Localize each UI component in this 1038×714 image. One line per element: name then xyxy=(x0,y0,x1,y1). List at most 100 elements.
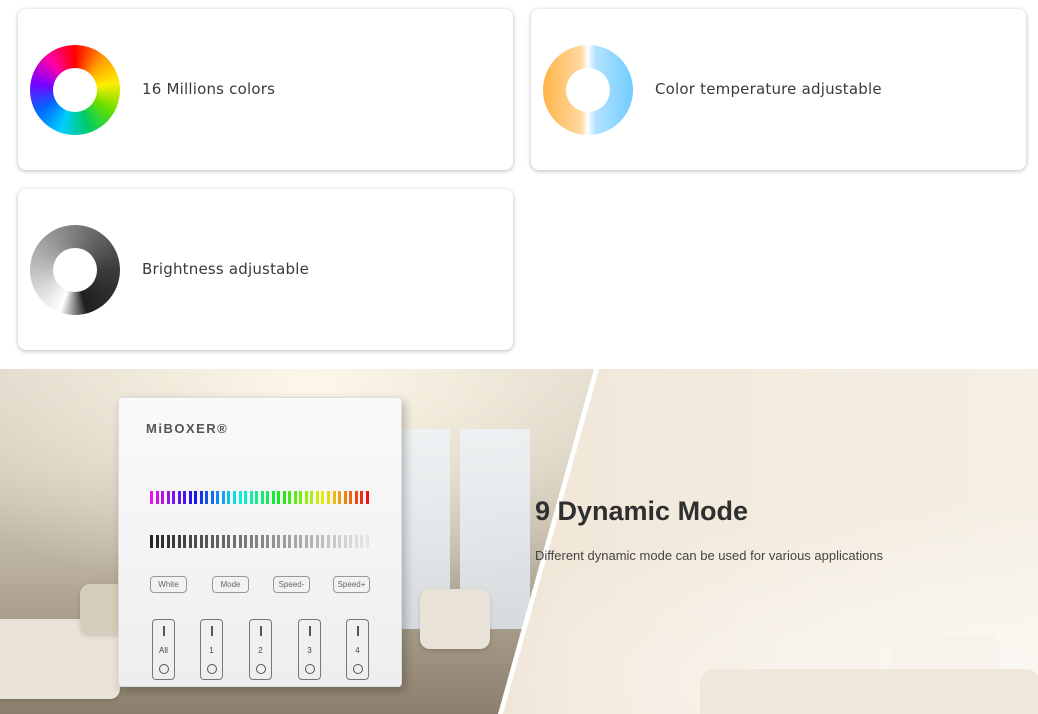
color-strip-segment xyxy=(194,491,198,504)
zone-indicator-icon xyxy=(211,626,213,636)
brightness-strip-segment xyxy=(315,535,319,548)
color-strip-segment xyxy=(205,491,209,504)
brightness-strip-segment xyxy=(288,535,292,548)
brightness-strip-segment xyxy=(205,535,209,548)
zone-indicator-icon xyxy=(260,626,262,636)
color-strip-segment xyxy=(183,491,187,504)
zone-button-4: 4 xyxy=(346,619,369,680)
brightness-strip-segment xyxy=(188,535,192,548)
brightness-strip-segment xyxy=(161,535,165,548)
panel-button-white: White xyxy=(150,576,187,593)
brightness-strip-segment xyxy=(172,535,176,548)
color-strip-segment xyxy=(232,491,236,504)
brightness-ring-icon xyxy=(30,225,120,315)
feature-card-color-temperature: Color temperature adjustable xyxy=(531,9,1026,170)
zone-off-icon xyxy=(305,664,315,674)
dynamic-mode-title: 9 Dynamic Mode xyxy=(535,496,749,526)
zone-label: 2 xyxy=(258,646,263,655)
zone-off-icon xyxy=(159,664,169,674)
color-strip-segment xyxy=(365,491,369,504)
brightness-strip-segment xyxy=(282,535,286,548)
color-strip-segment xyxy=(227,491,231,504)
brightness-touch-strip xyxy=(150,535,369,548)
color-touch-strip xyxy=(150,491,369,504)
color-strip-segment xyxy=(172,491,176,504)
dynamic-mode-banner: MiBOXER® White Mode Speed- Speed+ All 1 … xyxy=(0,369,1038,714)
color-strip-segment xyxy=(249,491,253,504)
color-strip-segment xyxy=(221,491,225,504)
brightness-strip-segment xyxy=(166,535,170,548)
color-strip-segment xyxy=(315,491,319,504)
color-strip-segment xyxy=(343,491,347,504)
zone-label: All xyxy=(159,646,168,655)
color-strip-segment xyxy=(177,491,181,504)
color-strip-segment xyxy=(293,491,297,504)
color-strip-segment xyxy=(360,491,364,504)
feature-label: 16 Millions colors xyxy=(142,80,276,98)
color-strip-segment xyxy=(255,491,259,504)
brightness-strip-segment xyxy=(249,535,253,548)
color-strip-segment xyxy=(321,491,325,504)
zone-button-1: 1 xyxy=(200,619,223,680)
brightness-strip-segment xyxy=(271,535,275,548)
brightness-strip-segment xyxy=(183,535,187,548)
zone-off-icon xyxy=(353,664,363,674)
brightness-strip-segment xyxy=(304,535,308,548)
panel-button-speed-up: Speed+ xyxy=(333,576,370,593)
zone-indicator-icon xyxy=(357,626,359,636)
zone-button-3: 3 xyxy=(298,619,321,680)
feature-card-brightness: Brightness adjustable xyxy=(18,189,513,350)
brightness-strip-segment xyxy=(155,535,159,548)
panel-button-mode: Mode xyxy=(212,576,249,593)
color-strip-segment xyxy=(150,491,153,504)
rgb-color-ring-icon xyxy=(30,45,120,135)
color-strip-segment xyxy=(338,491,342,504)
color-strip-segment xyxy=(304,491,308,504)
brightness-strip-segment xyxy=(221,535,225,548)
brightness-strip-segment xyxy=(293,535,297,548)
color-strip-segment xyxy=(282,491,286,504)
zone-button-all: All xyxy=(152,619,175,680)
color-strip-segment xyxy=(238,491,242,504)
color-strip-segment xyxy=(210,491,214,504)
color-strip-segment xyxy=(260,491,264,504)
brightness-strip-segment xyxy=(150,535,153,548)
brightness-strip-segment xyxy=(227,535,231,548)
color-strip-segment xyxy=(199,491,203,504)
color-strip-segment xyxy=(277,491,281,504)
color-strip-segment xyxy=(266,491,270,504)
color-strip-segment xyxy=(332,491,336,504)
brightness-strip-segment xyxy=(299,535,303,548)
panel-button-speed-down: Speed- xyxy=(273,576,310,593)
brightness-strip-segment xyxy=(238,535,242,548)
zone-button-2: 2 xyxy=(249,619,272,680)
brightness-strip-segment xyxy=(321,535,325,548)
brightness-strip-segment xyxy=(266,535,270,548)
color-strip-segment xyxy=(216,491,220,504)
brightness-strip-segment xyxy=(332,535,336,548)
brightness-strip-segment xyxy=(338,535,342,548)
brightness-strip-segment xyxy=(354,535,358,548)
brightness-strip-segment xyxy=(194,535,198,548)
zone-label: 1 xyxy=(209,646,214,655)
brightness-strip-segment xyxy=(310,535,314,548)
brightness-strip-segment xyxy=(255,535,259,548)
color-strip-segment xyxy=(288,491,292,504)
color-strip-segment xyxy=(271,491,275,504)
color-strip-segment xyxy=(244,491,248,504)
brightness-strip-segment xyxy=(365,535,369,548)
color-strip-segment xyxy=(299,491,303,504)
feature-label: Brightness adjustable xyxy=(142,260,310,278)
brightness-strip-segment xyxy=(327,535,330,548)
color-strip-segment xyxy=(188,491,192,504)
brightness-strip-segment xyxy=(232,535,236,548)
color-temperature-ring-icon xyxy=(543,45,633,135)
zone-label: 4 xyxy=(355,646,360,655)
color-strip-segment xyxy=(349,491,353,504)
zone-indicator-icon xyxy=(309,626,311,636)
zone-off-icon xyxy=(256,664,266,674)
room-chair xyxy=(420,589,490,649)
brightness-strip-segment xyxy=(177,535,181,548)
feature-label: Color temperature adjustable xyxy=(655,80,882,98)
zone-off-icon xyxy=(207,664,217,674)
